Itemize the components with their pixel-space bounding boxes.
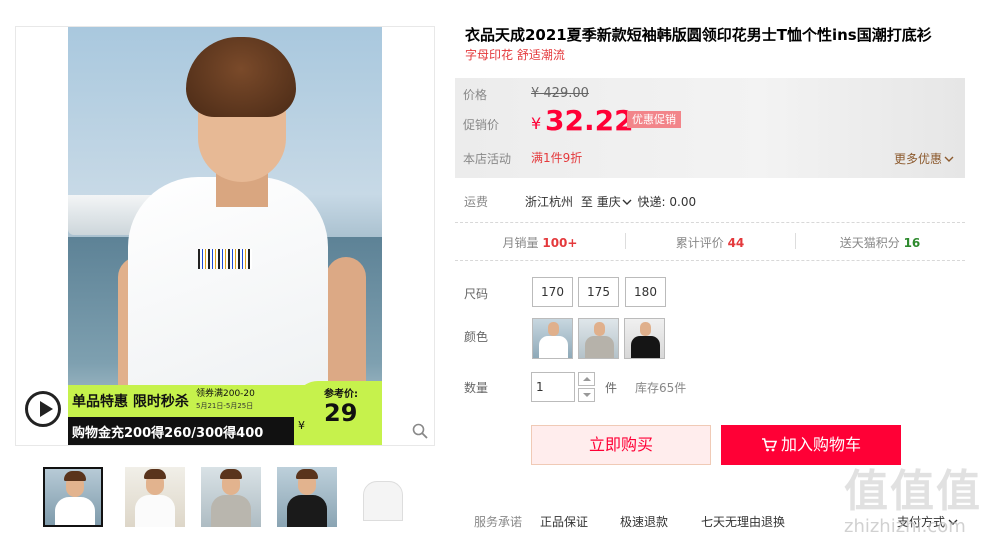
reference-price-label: 参考价: [324, 389, 358, 400]
thumbnail-2[interactable] [125, 467, 185, 527]
image-promo-banner: 单品特惠 限时秒杀 领券满200-20 5月21日-5月25日 购物金充200得… [68, 381, 382, 445]
watermark-text: zhizhizhi.com [844, 516, 966, 537]
total-reviews-label: 累计评价 [675, 236, 724, 250]
thumbnail-strip [43, 467, 413, 529]
promo-price: 32.22 [545, 104, 634, 137]
chevron-down-icon [622, 199, 632, 205]
more-deals-label: 更多优惠 [894, 152, 943, 166]
site-watermark: 值值值 zhizhizhi.com [844, 470, 984, 540]
chevron-down-icon [944, 156, 954, 162]
store-activity-label: 本店活动 [463, 152, 512, 166]
reference-price-value: 29 [324, 399, 358, 427]
monthly-sales-label: 月销量 [502, 236, 539, 250]
monthly-sales-value: 100+ [542, 236, 578, 250]
store-activity-value: 满1件9折 [531, 151, 583, 165]
zoom-icon[interactable] [412, 423, 428, 439]
ship-to-prefix: 至 [580, 195, 593, 209]
color-option-white[interactable] [532, 318, 573, 359]
thumbnail-3[interactable] [201, 467, 261, 527]
caret-down-icon [583, 393, 591, 397]
service-item-refund[interactable]: 极速退款 [620, 513, 668, 530]
product-title: 衣品天成2021夏季新款短袖韩版圆领印花男士T恤个性ins国潮打底衫 [465, 26, 932, 44]
price-label: 价格 [463, 88, 488, 102]
quantity-input[interactable] [531, 372, 575, 402]
watermark-glyphs: 值值值 [844, 466, 982, 517]
shipping-label: 运费 [464, 195, 489, 209]
thumbnail-5[interactable] [353, 467, 413, 527]
shirt-print-graphic [198, 249, 252, 269]
price-panel: 价格 ¥ 429.00 促销价 ¥ 32.22 优惠促销 本店活动 满1件9折 … [455, 78, 965, 178]
promo-coupon-dates: 5月21日-5月25日 [196, 402, 254, 410]
quantity-label: 数量 [464, 381, 489, 395]
service-label: 服务承诺 [474, 515, 523, 529]
main-product-image[interactable]: 单品特惠 限时秒杀 领券满200-20 5月21日-5月25日 购物金充200得… [15, 26, 435, 446]
reference-price-currency: ¥ [298, 419, 305, 432]
promo-recharge-text: 购物金充200得260/300得400 [72, 426, 264, 441]
caret-up-icon [583, 377, 591, 381]
divider [455, 222, 965, 223]
quantity-unit: 件 [605, 381, 618, 395]
currency-symbol: ¥ [531, 114, 542, 133]
color-label: 颜色 [464, 330, 489, 344]
total-reviews[interactable]: 累计评价 44 [625, 234, 795, 251]
promo-coupon: 领券满200-20 [196, 389, 255, 399]
cart-icon [761, 438, 777, 452]
shipping-row: 运费 浙江杭州 至 重庆 快递: 0.00 [455, 192, 965, 212]
size-label: 尺码 [464, 287, 489, 301]
service-item-genuine[interactable]: 正品保证 [540, 513, 588, 530]
divider [455, 260, 965, 261]
stock-count: 库存65件 [635, 381, 687, 395]
monthly-sales: 月销量 100+ [455, 234, 625, 251]
quantity-decrease-button[interactable] [578, 388, 595, 402]
thumbnail-1[interactable] [43, 467, 103, 527]
promo-price-label: 促销价 [463, 118, 500, 132]
promo-tag-badge: 优惠促销 [627, 111, 681, 128]
tmall-points-label: 送天猫积分 [839, 236, 900, 250]
play-video-icon[interactable] [25, 391, 61, 427]
shipping-fee: 快递: 0.00 [637, 195, 697, 209]
size-option-180[interactable]: 180 [625, 277, 666, 307]
promo-title: 单品特惠 限时秒杀 [72, 394, 189, 410]
quantity-increase-button[interactable] [578, 372, 595, 386]
original-price: ¥ 429.00 [531, 86, 589, 101]
tmall-points-value: 16 [903, 236, 921, 250]
ship-to: 重庆 [596, 195, 621, 209]
product-subtitle: 字母印花 舒适潮流 [465, 48, 565, 62]
thumbnail-4[interactable] [277, 467, 337, 527]
add-to-cart-label: 加入购物车 [780, 435, 861, 454]
add-to-cart-button[interactable]: 加入购物车 [721, 425, 901, 465]
color-option-grey[interactable] [578, 318, 619, 359]
buy-now-button[interactable]: 立即购买 [531, 425, 711, 465]
service-item-return[interactable]: 七天无理由退换 [701, 513, 785, 530]
ship-from: 浙江杭州 [525, 195, 574, 209]
reference-price-badge: 参考价: ¥ 29 [294, 381, 382, 445]
color-option-black[interactable] [624, 318, 665, 359]
size-option-175[interactable]: 175 [578, 277, 619, 307]
more-deals-link[interactable]: 更多优惠 [894, 150, 954, 167]
tmall-points: 送天猫积分 16 [795, 234, 965, 251]
total-reviews-value: 44 [727, 236, 745, 250]
size-option-170[interactable]: 170 [532, 277, 573, 307]
ship-to-selector[interactable]: 重庆 [597, 195, 632, 209]
